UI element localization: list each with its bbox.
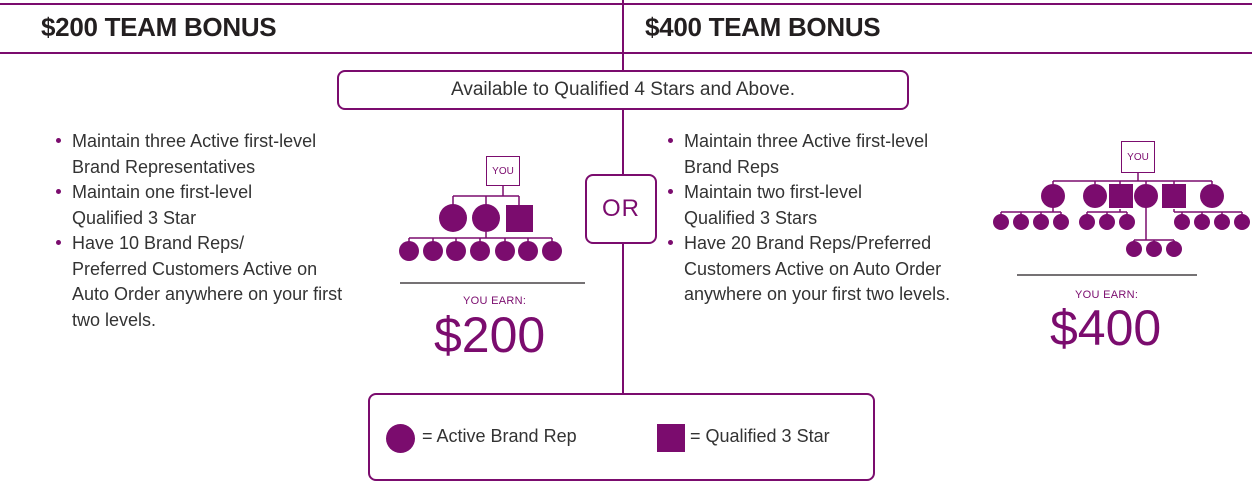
qualified-star-square-icon <box>657 424 685 452</box>
legend-square-label: = Qualified 3 Star <box>690 426 830 446</box>
active-rep-node <box>1079 214 1095 230</box>
active-rep-node <box>542 241 562 261</box>
active-rep-node <box>1134 184 1158 208</box>
active-rep-node <box>1166 241 1182 257</box>
active-rep-node <box>1033 214 1049 230</box>
active-rep-node <box>1099 214 1115 230</box>
legend-box: = Active Brand Rep = Qualified 3 Star <box>368 393 875 481</box>
active-rep-node <box>423 241 443 261</box>
active-rep-node <box>472 204 500 232</box>
active-rep-node <box>1234 214 1250 230</box>
active-rep-node <box>1119 214 1135 230</box>
active-rep-node <box>1194 214 1210 230</box>
active-rep-node <box>1200 184 1224 208</box>
active-rep-node <box>518 241 538 261</box>
qualified-star-node <box>1162 184 1186 208</box>
right-earn-amount: $400 <box>1050 300 1162 356</box>
active-rep-node <box>1053 214 1069 230</box>
active-rep-node <box>1214 214 1230 230</box>
active-rep-node <box>1013 214 1029 230</box>
active-rep-node <box>446 241 466 261</box>
right-you-node: YOU <box>1121 141 1155 173</box>
active-brand-rep-circle-icon <box>386 424 415 453</box>
active-rep-node <box>1146 241 1162 257</box>
active-rep-node <box>470 241 490 261</box>
active-rep-node <box>993 214 1009 230</box>
active-rep-node <box>1041 184 1065 208</box>
active-rep-node <box>1126 241 1142 257</box>
left-earn-amount: $200 <box>434 307 546 363</box>
active-rep-node <box>1174 214 1190 230</box>
left-earn-label: YOU EARN: <box>463 295 527 307</box>
qualified-star-node <box>506 205 533 232</box>
qualified-star-node <box>1109 184 1133 208</box>
legend-circle-label: = Active Brand Rep <box>422 426 577 446</box>
active-rep-node <box>1083 184 1107 208</box>
active-rep-node <box>439 204 467 232</box>
active-rep-node <box>495 241 515 261</box>
active-rep-node <box>399 241 419 261</box>
